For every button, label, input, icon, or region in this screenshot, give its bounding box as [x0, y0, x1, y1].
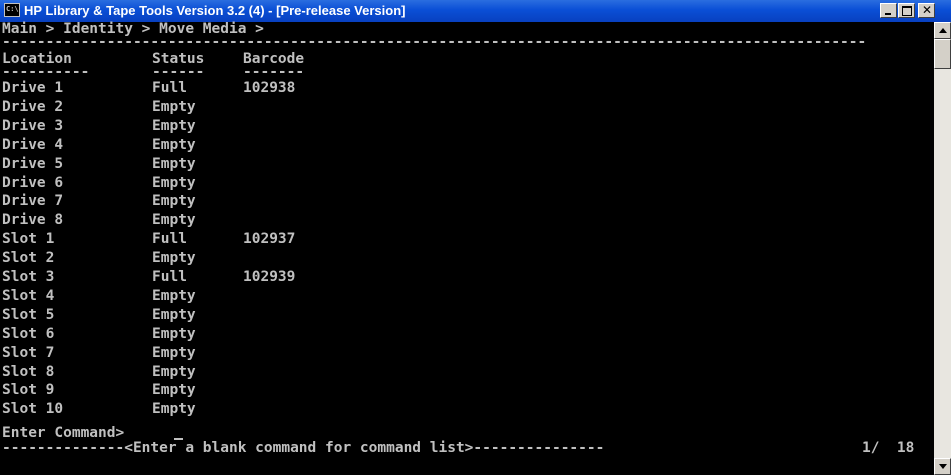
minimize-icon: [885, 13, 891, 15]
row-status: Empty: [152, 364, 196, 380]
console-output[interactable]: Main > Identity > Move Media > ---------…: [0, 21, 934, 475]
row-status: Empty: [152, 137, 196, 153]
row-location: Drive 8: [2, 212, 64, 228]
row-location: Drive 1: [2, 80, 64, 96]
row-status: Full: [152, 80, 187, 96]
row-location: Drive 6: [2, 175, 64, 191]
row-status: Empty: [152, 175, 196, 191]
row-location: Slot 10: [2, 401, 64, 417]
page-indicator: 1/ 18: [862, 440, 915, 456]
row-location: Slot 8: [2, 364, 55, 380]
row-barcode: 102938: [243, 80, 296, 96]
underline-barcode: -------: [243, 64, 305, 80]
row-location: Slot 7: [2, 345, 55, 361]
row-status: Empty: [152, 307, 196, 323]
row-status: Empty: [152, 118, 196, 134]
scroll-thumb[interactable]: [934, 39, 951, 69]
row-location: Slot 3: [2, 269, 55, 285]
row-status: Empty: [152, 212, 196, 228]
row-location: Slot 1: [2, 231, 55, 247]
vertical-scrollbar[interactable]: [934, 22, 951, 475]
scroll-up-arrow-icon: [939, 28, 947, 33]
underline-status: ------: [152, 64, 205, 80]
row-location: Drive 2: [2, 99, 64, 115]
row-status: Full: [152, 231, 187, 247]
row-location: Slot 6: [2, 326, 55, 342]
row-status: Empty: [152, 345, 196, 361]
row-location: Slot 4: [2, 288, 55, 304]
row-status: Empty: [152, 156, 196, 172]
title-bar[interactable]: C:\ HP Library & Tape Tools Version 3.2 …: [0, 0, 951, 22]
close-button[interactable]: ✕: [918, 3, 935, 18]
row-status: Empty: [152, 250, 196, 266]
row-status: Empty: [152, 382, 196, 398]
row-location: Slot 5: [2, 307, 55, 323]
row-status: Empty: [152, 401, 196, 417]
row-location: Drive 3: [2, 118, 64, 134]
footer-hint: --------------<Enter a blank command for…: [2, 440, 605, 456]
separator-line: ----------------------------------------…: [2, 34, 867, 50]
row-status: Full: [152, 269, 187, 285]
row-location: Drive 4: [2, 137, 64, 153]
row-barcode: 102937: [243, 231, 296, 247]
scroll-down-arrow-icon: [939, 464, 947, 469]
console-window: C:\ HP Library & Tape Tools Version 3.2 …: [0, 0, 951, 475]
window-title: HP Library & Tape Tools Version 3.2 (4) …: [24, 3, 406, 18]
row-status: Empty: [152, 288, 196, 304]
maximize-button[interactable]: [898, 3, 915, 18]
row-status: Empty: [152, 326, 196, 342]
row-location: Drive 5: [2, 156, 64, 172]
minimize-button[interactable]: [880, 3, 897, 18]
scroll-down-button[interactable]: [934, 458, 951, 475]
row-location: Drive 7: [2, 193, 64, 209]
console-icon[interactable]: C:\: [4, 3, 20, 17]
row-location: Slot 2: [2, 250, 55, 266]
row-location: Slot 9: [2, 382, 55, 398]
row-status: Empty: [152, 193, 196, 209]
underline-location: ----------: [2, 64, 90, 80]
row-status: Empty: [152, 99, 196, 115]
row-barcode: 102939: [243, 269, 296, 285]
close-icon: ✕: [922, 3, 933, 17]
maximize-icon: [902, 6, 912, 16]
scroll-up-button[interactable]: [934, 22, 951, 39]
